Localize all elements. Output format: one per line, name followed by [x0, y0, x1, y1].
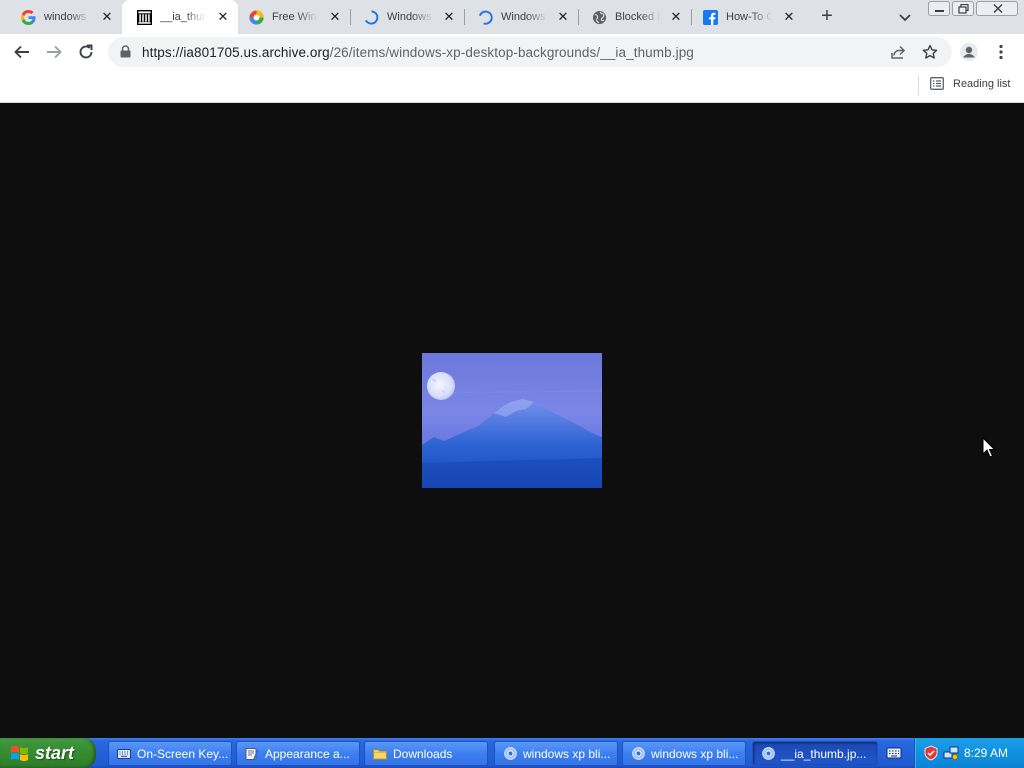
reload-icon	[79, 44, 93, 59]
display-properties-icon	[245, 747, 259, 761]
start-button[interactable]: start	[0, 738, 96, 768]
close-tab-icon[interactable]: ✕	[328, 10, 342, 24]
tab-google-search[interactable]: windows xp ✕	[0, 0, 122, 34]
bookmarks-bar: Reading list	[0, 70, 1024, 103]
tab-title: How-To Geek	[726, 11, 772, 23]
close-tab-icon[interactable]: ✕	[556, 10, 570, 24]
taskbar-button-label: windows xp bli...	[523, 746, 611, 761]
keyboard-icon	[117, 747, 131, 761]
taskbar-button-chrome-active[interactable]: __ia_thumb.jp...	[752, 741, 878, 766]
url-path: /26/items/windows-xp-desktop-backgrounds…	[329, 45, 694, 60]
taskbar-button-chrome-1[interactable]: windows xp bli...	[494, 741, 618, 766]
tab-strip: windows xp ✕ __ia_thumb ✕ Free Windows ✕…	[0, 0, 1024, 34]
taskbar-button-chrome-2[interactable]: windows xp bli...	[622, 741, 746, 766]
tab-title: Free Windows	[272, 11, 318, 23]
reading-list-button[interactable]: Reading list	[930, 77, 1010, 90]
browser-toolbar: https://ia801705.us.archive.org/26/items…	[0, 34, 1024, 70]
image-viewer	[0, 103, 1024, 738]
taskbar-button-downloads[interactable]: Downloads	[364, 741, 488, 766]
moon-mountain-image[interactable]	[422, 353, 602, 488]
facebook-icon	[702, 9, 718, 25]
address-bar[interactable]: https://ia801705.us.archive.org/26/items…	[108, 37, 952, 67]
forward-arrow-icon	[47, 45, 62, 59]
taskbar-button-onscreen-keyboard[interactable]: On-Screen Key...	[108, 741, 232, 766]
taskbar-button-label: windows xp bli...	[651, 746, 739, 761]
start-label: start	[35, 742, 75, 763]
system-tray: 8:29 AM	[914, 738, 1024, 768]
reading-list-icon	[930, 77, 944, 90]
restore-icon	[958, 4, 969, 14]
avatar-icon	[960, 43, 978, 61]
tab-title: Blocked by	[615, 11, 661, 23]
url-host: https://ia801705.us.archive.org	[142, 45, 330, 60]
menu-button[interactable]	[990, 41, 1012, 63]
clock[interactable]: 8:29 AM	[964, 746, 1008, 760]
back-button[interactable]	[11, 41, 33, 63]
tab-title: windows xp	[44, 11, 90, 23]
url-text[interactable]: https://ia801705.us.archive.org/26/items…	[142, 45, 694, 60]
input-language-icon[interactable]	[886, 746, 902, 760]
close-tab-icon[interactable]: ✕	[100, 10, 114, 24]
chrome-icon	[503, 747, 517, 761]
taskbar-button-label: Downloads	[393, 746, 453, 761]
share-icon[interactable]	[890, 44, 906, 60]
security-center-icon[interactable]	[923, 745, 939, 761]
close-tab-icon[interactable]: ✕	[669, 10, 683, 24]
close-tab-icon[interactable]: ✕	[782, 10, 796, 24]
tab-windows-1[interactable]: Windows ✕	[351, 0, 464, 34]
tab-title: __ia_thumb	[160, 11, 206, 23]
chrome-icon	[761, 747, 775, 761]
mouse-cursor-icon	[982, 437, 996, 458]
close-tab-icon[interactable]: ✕	[216, 10, 230, 24]
tab-blocked[interactable]: Blocked by ✕	[579, 0, 691, 34]
windows-logo-icon	[11, 745, 28, 762]
tab-search-button[interactable]	[896, 8, 914, 26]
minimize-button[interactable]	[928, 1, 950, 16]
loading-spinner-icon	[363, 9, 379, 25]
lock-icon[interactable]	[120, 45, 131, 63]
chevron-down-icon	[899, 14, 911, 22]
google-g-icon	[20, 9, 36, 25]
chrome-icon	[631, 747, 645, 761]
taskbar-button-label: __ia_thumb.jp...	[781, 746, 867, 761]
bookmarks-separator	[918, 75, 919, 95]
close-tab-icon[interactable]: ✕	[442, 10, 456, 24]
restore-button[interactable]	[952, 1, 974, 16]
tab-title: Windows	[501, 11, 546, 23]
bookmark-star-icon[interactable]	[922, 44, 938, 60]
reading-list-label: Reading list	[953, 77, 1011, 90]
taskbar-button-label: Appearance a...	[265, 746, 350, 761]
taskbar-button-label: On-Screen Key...	[137, 746, 229, 761]
close-icon	[993, 4, 1003, 13]
close-window-button[interactable]	[976, 1, 1018, 16]
new-tab-button[interactable]: +	[816, 5, 838, 27]
minimize-icon	[935, 10, 944, 12]
profile-button[interactable]	[958, 41, 980, 63]
colorwheel-icon	[248, 9, 264, 25]
tab-title: Windows	[387, 11, 432, 23]
globe-icon	[591, 9, 607, 25]
taskbar-button-appearance[interactable]: Appearance a...	[236, 741, 360, 766]
tab-windows-2[interactable]: Windows ✕	[465, 0, 578, 34]
kebab-menu-icon	[999, 44, 1003, 60]
folder-icon	[373, 747, 387, 761]
tab-free-windows[interactable]: Free Windows ✕	[238, 0, 350, 34]
loading-spinner-icon	[477, 9, 493, 25]
forward-button[interactable]	[43, 41, 65, 63]
back-arrow-icon	[14, 45, 29, 59]
reload-button[interactable]	[75, 41, 97, 63]
archive-org-icon	[136, 9, 152, 25]
windows-taskbar: start On-Screen Key... Appearance a... D…	[0, 738, 1024, 768]
tab-ia-thumb[interactable]: __ia_thumb ✕	[122, 0, 238, 34]
tab-how-to-geek[interactable]: How-To Geek ✕	[692, 0, 804, 34]
network-icon[interactable]	[943, 745, 959, 761]
